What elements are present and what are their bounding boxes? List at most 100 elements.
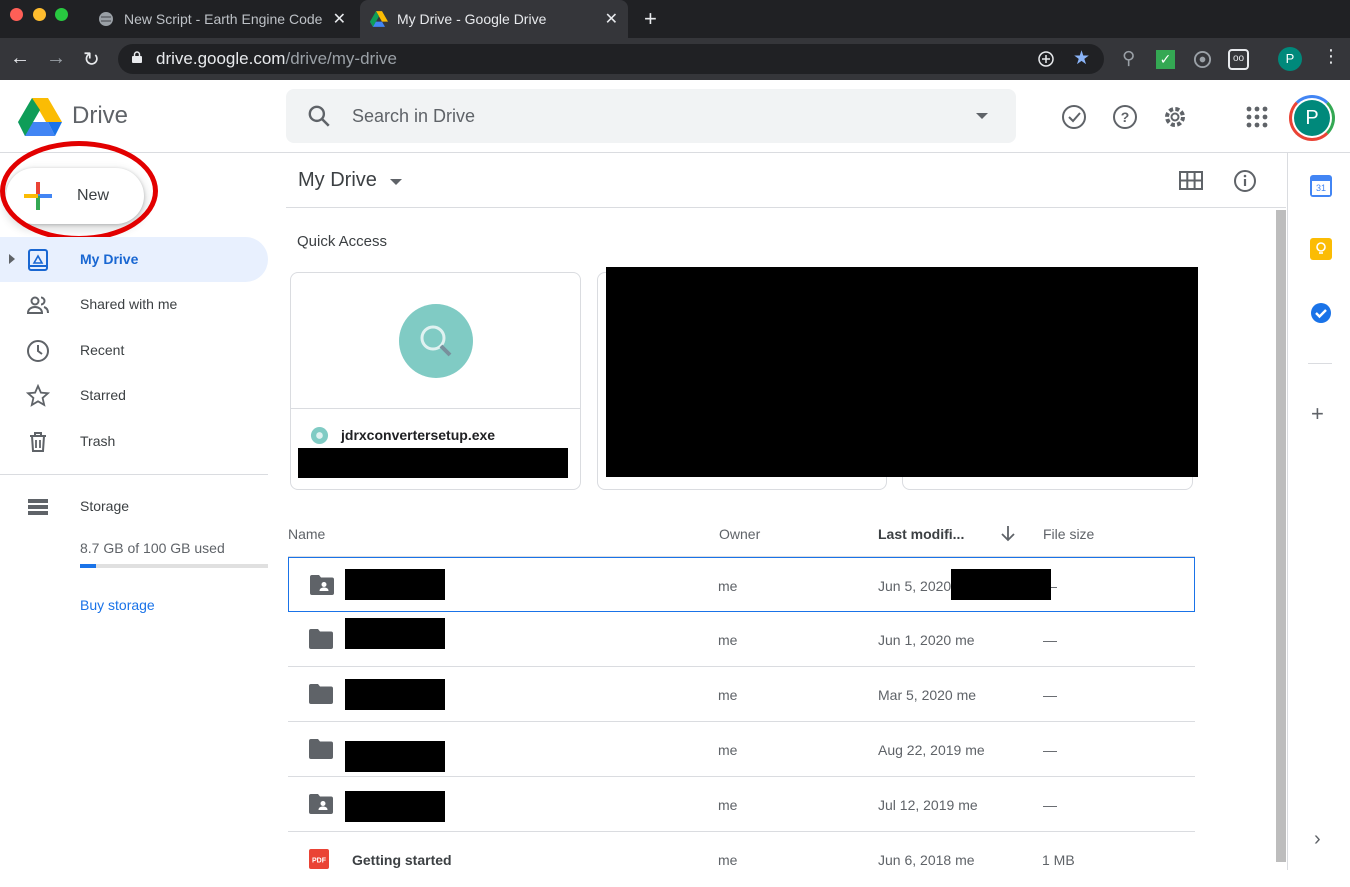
get-addons-plus-icon[interactable]: + xyxy=(1311,401,1324,427)
sidebar-item-label: My Drive xyxy=(80,251,139,267)
sidebar-item-label: Storage xyxy=(80,498,130,514)
owner-cell: me xyxy=(718,632,738,648)
keep-icon[interactable] xyxy=(1310,238,1332,260)
owner-cell: me xyxy=(718,687,738,703)
reload-icon[interactable]: ↻ xyxy=(83,47,100,72)
file-preview-magnifier-icon xyxy=(399,304,473,378)
help-icon[interactable]: ? xyxy=(1112,104,1138,130)
earth-engine-icon xyxy=(99,12,113,26)
search-box[interactable]: Search in Drive xyxy=(286,89,1016,143)
size-cell: — xyxy=(1043,632,1057,648)
card-file-name: jdrxconvertersetup.exe xyxy=(341,427,496,443)
folder-icon xyxy=(309,739,333,759)
new-tab-icon[interactable]: + xyxy=(644,6,657,32)
modified-cell: Mar 5, 2020 me xyxy=(878,687,977,703)
page-title[interactable]: My Drive xyxy=(298,169,377,192)
owner-cell: me xyxy=(718,578,738,594)
column-header-last-modified[interactable]: Last modifi... xyxy=(878,526,964,542)
column-header-owner[interactable]: Owner xyxy=(719,526,760,542)
bookmark-star-icon[interactable]: ★ xyxy=(1073,47,1090,70)
grid-view-icon[interactable] xyxy=(1179,170,1203,192)
file-row[interactable]: PDF Getting started me Jun 6, 2018 me 1 … xyxy=(288,832,1195,887)
minimize-window-button[interactable] xyxy=(33,8,46,21)
main-divider xyxy=(286,207,1286,208)
redacted-file-name xyxy=(345,569,445,600)
scrollbar[interactable] xyxy=(1276,210,1286,862)
file-row[interactable]: me Jun 5, 2020 — xyxy=(288,557,1195,612)
info-icon[interactable] xyxy=(1233,169,1257,193)
buy-storage-link[interactable]: Buy storage xyxy=(80,597,155,613)
checkmark-extension-icon[interactable]: ✓ xyxy=(1156,50,1175,69)
tasks-icon[interactable] xyxy=(1310,302,1332,324)
drive-logo-icon[interactable] xyxy=(18,98,62,136)
sidebar-item-shared-with-me[interactable]: Shared with me xyxy=(0,282,268,327)
search-icon[interactable] xyxy=(306,103,332,129)
zoom-window-button[interactable] xyxy=(55,8,68,21)
redacted-block xyxy=(298,448,568,478)
file-row[interactable]: me Jun 1, 2020 me — xyxy=(288,612,1195,667)
annotation-circle xyxy=(0,141,158,241)
account-avatar[interactable]: P xyxy=(1289,95,1335,141)
file-row[interactable]: me Mar 5, 2020 me — xyxy=(288,667,1195,722)
add-icon[interactable] xyxy=(1038,51,1054,67)
expand-arrow-icon[interactable] xyxy=(9,254,15,264)
redacted-file-name xyxy=(345,791,445,822)
search-input[interactable]: Search in Drive xyxy=(352,106,475,127)
browser-tab-drive[interactable]: My Drive - Google Drive ✕ xyxy=(360,0,628,38)
sidebar-item-label: Recent xyxy=(80,342,125,358)
column-header-file-size[interactable]: File size xyxy=(1043,526,1094,542)
forward-icon[interactable]: → xyxy=(46,47,66,70)
sidebar-item-label: Starred xyxy=(80,387,126,403)
sidebar-item-recent[interactable]: Recent xyxy=(0,328,268,373)
browser-tab-earth-engine[interactable]: New Script - Earth Engine Code ✕ xyxy=(88,0,356,38)
tab-title: My Drive - Google Drive xyxy=(397,11,547,27)
browser-tab-bar: New Script - Earth Engine Code ✕ My Driv… xyxy=(0,0,1350,38)
brand-name[interactable]: Drive xyxy=(72,102,128,130)
address-bar[interactable]: drive.google.com/drive/my-drive ★ xyxy=(118,44,1104,74)
folder-icon xyxy=(309,684,333,704)
clock-icon xyxy=(27,340,49,362)
close-tab-icon[interactable]: ✕ xyxy=(333,9,346,29)
chevron-down-icon[interactable] xyxy=(390,179,402,185)
calendar-icon[interactable]: 31 xyxy=(1310,175,1332,197)
sidebar-item-storage[interactable]: Storage xyxy=(0,484,268,529)
url-text: drive.google.com/drive/my-drive xyxy=(156,49,397,68)
folder-icon xyxy=(309,629,333,649)
browser-profile-avatar[interactable]: P xyxy=(1278,47,1302,71)
settings-gear-icon[interactable] xyxy=(1162,104,1188,130)
incognito-extension-icon[interactable]: oo xyxy=(1228,49,1249,70)
close-tab-icon[interactable]: ✕ xyxy=(605,9,618,29)
redacted-block xyxy=(951,569,1051,600)
sort-arrow-down-icon[interactable] xyxy=(1000,525,1016,542)
back-icon[interactable]: ← xyxy=(10,47,30,70)
sidebar-item-trash[interactable]: Trash xyxy=(0,419,268,464)
sidebar-item-label: Shared with me xyxy=(80,296,178,312)
file-row[interactable]: me Jul 12, 2019 me — xyxy=(288,777,1195,832)
storage-icon xyxy=(28,499,48,515)
apps-grid-icon[interactable] xyxy=(1244,104,1270,130)
redacted-file-name xyxy=(345,618,445,649)
file-name: Getting started xyxy=(352,852,452,868)
search-options-icon[interactable] xyxy=(976,113,988,119)
size-cell: — xyxy=(1043,742,1057,758)
sidebar-item-starred[interactable]: Starred xyxy=(0,373,268,418)
offline-ready-icon[interactable] xyxy=(1061,104,1087,130)
svg-text:?: ? xyxy=(1121,109,1130,125)
redacted-file-name xyxy=(345,679,445,710)
extension-icon[interactable] xyxy=(1193,50,1212,69)
modified-cell: Aug 22, 2019 me xyxy=(878,742,985,758)
my-drive-icon xyxy=(28,249,48,271)
quick-access-card[interactable]: jdrxconvertersetup.exe xyxy=(290,272,581,490)
browser-menu-icon[interactable]: ⋮ xyxy=(1322,46,1340,67)
sidebar-item-my-drive[interactable]: My Drive xyxy=(0,237,268,282)
sidebar-divider xyxy=(0,474,268,475)
chevron-right-icon[interactable]: › xyxy=(1314,828,1321,851)
close-window-button[interactable] xyxy=(10,8,23,21)
browser-toolbar: ← → ↻ drive.google.com/drive/my-drive ★ … xyxy=(0,38,1350,80)
column-header-name[interactable]: Name xyxy=(288,526,325,542)
location-pin-icon[interactable]: ⚲ xyxy=(1122,48,1135,69)
size-cell: 1 MB xyxy=(1042,852,1075,868)
owner-cell: me xyxy=(718,852,738,868)
storage-progress-fill xyxy=(80,564,97,568)
file-row[interactable]: me Aug 22, 2019 me — xyxy=(288,722,1195,777)
